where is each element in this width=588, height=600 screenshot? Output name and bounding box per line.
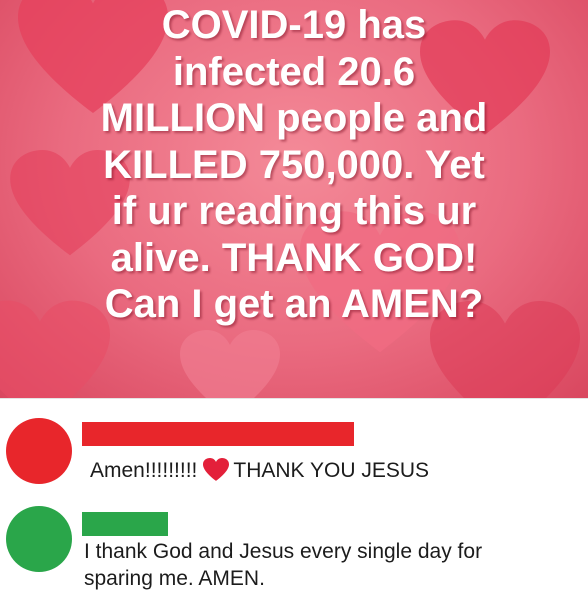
comment: I thank God and Jesus every single day f… (0, 500, 588, 600)
post-image-text: COVID-19 has infected 20.6 MILLION peopl… (100, 3, 488, 326)
redacted-commenter-name[interactable] (82, 422, 354, 446)
comment: Amen!!!!!!!!! THANK YOU JESUS (0, 412, 588, 502)
heart-icon (203, 458, 230, 489)
comment-text: I thank God and Jesus every single day f… (84, 540, 483, 590)
post-image: COVID-19 has infected 20.6 MILLION peopl… (0, 0, 588, 398)
divider (0, 398, 588, 413)
heart-decoration-icon (180, 330, 280, 398)
comment-text-part: Amen!!!!!!!!! (90, 459, 198, 482)
comment-text: Amen!!!!!!!!! THANK YOU JESUS (90, 457, 429, 489)
avatar[interactable] (6, 506, 72, 572)
comment-text-part: THANK YOU JESUS (233, 459, 430, 482)
avatar[interactable] (6, 418, 72, 484)
redacted-commenter-name[interactable] (82, 512, 168, 536)
